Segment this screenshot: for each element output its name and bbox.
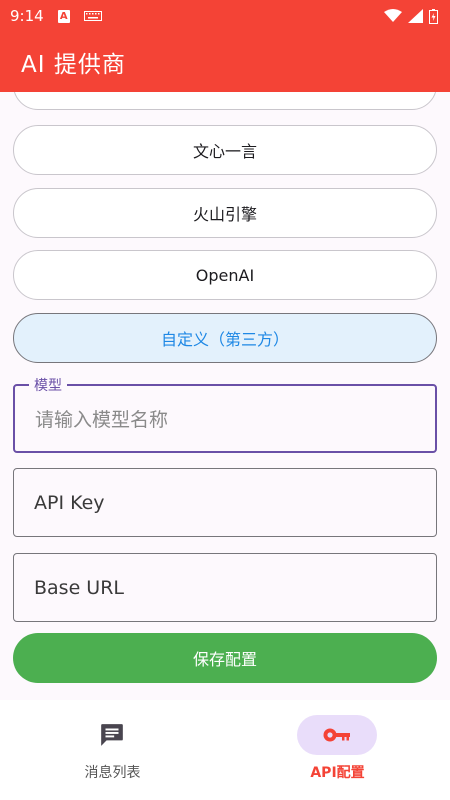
nav-label-api-config: API配置 — [310, 765, 365, 781]
api-key-input[interactable]: API Key — [13, 468, 437, 537]
provider-button-custom[interactable]: 自定义（第三方） — [13, 313, 437, 363]
nav-icon-container-active — [297, 715, 377, 755]
keyboard-icon — [83, 11, 102, 21]
app-bar: AI 提供商 — [0, 32, 450, 92]
key-icon — [323, 728, 350, 742]
model-placeholder: 请输入模型名称 — [35, 409, 169, 431]
provider-button-partial[interactable] — [13, 92, 437, 110]
provider-label: 自定义（第三方） — [160, 330, 289, 349]
nav-icon-container — [72, 715, 152, 755]
page-title: AI 提供商 — [21, 52, 126, 78]
nav-label-messages: 消息列表 — [84, 765, 141, 781]
base-url-input[interactable]: Base URL — [13, 553, 437, 622]
notification-a-icon: A — [57, 9, 70, 23]
provider-config-panel[interactable]: 文心一言 火山引擎 OpenAI 自定义（第三方） 模型 请输入模型名称 API… — [0, 92, 450, 700]
save-config-button[interactable]: 保存配置 — [13, 633, 437, 683]
base-url-placeholder: Base URL — [34, 576, 124, 599]
provider-label: OpenAI — [195, 265, 255, 285]
nav-item-api-config[interactable]: API配置 — [225, 700, 450, 800]
wifi-icon — [384, 9, 402, 22]
provider-button-wenxin[interactable]: 文心一言 — [13, 125, 437, 175]
provider-label: 火山引擎 — [192, 205, 257, 224]
status-time: 9:14 — [10, 7, 44, 25]
provider-button-openai[interactable]: OpenAI — [13, 250, 437, 300]
api-key-placeholder: API Key — [34, 491, 105, 514]
signal-icon — [408, 9, 423, 23]
model-input[interactable]: 模型 请输入模型名称 — [13, 375, 437, 453]
save-config-label: 保存配置 — [192, 650, 257, 669]
message-icon — [101, 724, 123, 746]
provider-button-volcengine[interactable]: 火山引擎 — [13, 188, 437, 238]
nav-item-messages[interactable]: 消息列表 — [0, 700, 225, 800]
provider-label: 文心一言 — [192, 142, 257, 161]
bottom-navigation: 消息列表 API配置 — [0, 700, 450, 800]
model-field-label: 模型 — [29, 375, 67, 395]
status-bar: 9:14 A — [0, 0, 450, 32]
battery-icon — [429, 8, 438, 24]
